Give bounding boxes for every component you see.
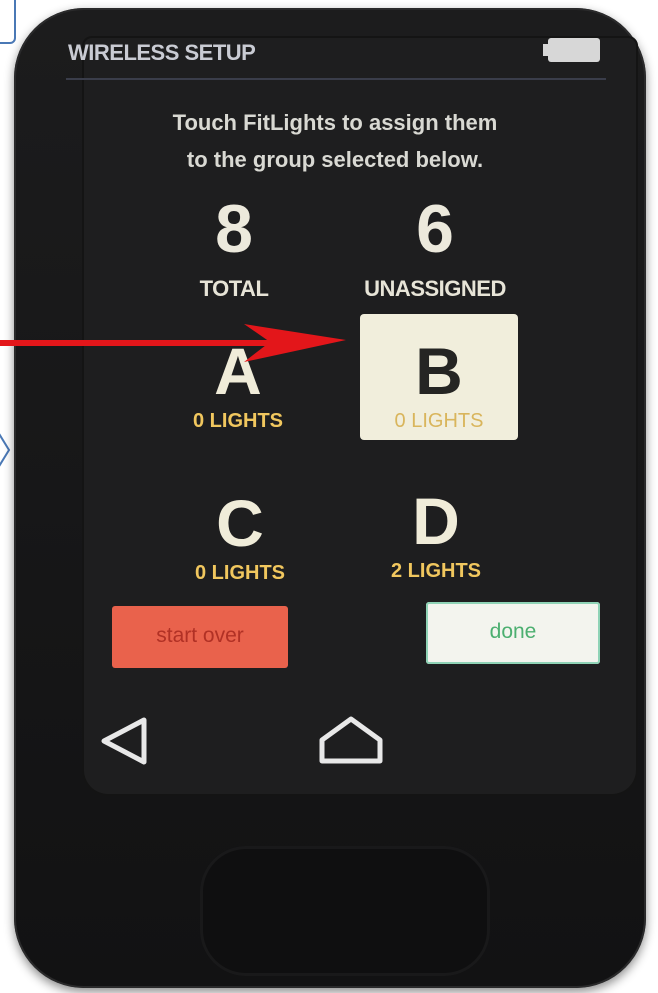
back-triangle-icon[interactable] [98, 716, 150, 766]
unassigned-count: 6 [416, 191, 454, 267]
done-button[interactable]: done [426, 602, 600, 664]
chevron-right-icon [0, 433, 11, 467]
group-a-lights: 0 LIGHTS [192, 410, 283, 432]
instructions-line-1: Touch FitLights to assign them [172, 110, 498, 135]
hardware-home-button[interactable] [200, 846, 490, 976]
edge-fragment-box [0, 0, 16, 44]
group-b-lights: 0 LIGHTS [394, 410, 484, 432]
total-count: 8 [215, 191, 253, 267]
group-c-button[interactable]: C 0 LIGHTS [172, 490, 308, 585]
group-d-lights: 2 LIGHTS [390, 560, 481, 582]
header-divider [66, 78, 606, 80]
unassigned-label: UNASSIGNED [364, 276, 506, 301]
group-d-letter: D [412, 484, 460, 558]
screen-title: WIRELESS SETUP [68, 40, 256, 65]
group-b-button[interactable]: B 0 LIGHTS [360, 314, 518, 440]
home-icon[interactable] [318, 714, 384, 766]
battery-icon [543, 38, 600, 62]
instructions-line-2: to the group selected below. [186, 147, 484, 172]
group-b-letter: B [415, 334, 463, 408]
annotation-arrow-icon [0, 324, 346, 362]
group-d-button[interactable]: D 2 LIGHTS [368, 488, 504, 583]
group-c-lights: 0 LIGHTS [194, 562, 285, 584]
start-over-button[interactable]: start over [112, 606, 288, 668]
group-c-letter: C [216, 486, 264, 560]
photo-stage: WIRELESS SETUP Touch FitLights to assign… [0, 0, 658, 993]
total-label: TOTAL [199, 276, 269, 301]
instructions-text: Touch FitLights to assign them to the gr… [110, 104, 560, 178]
